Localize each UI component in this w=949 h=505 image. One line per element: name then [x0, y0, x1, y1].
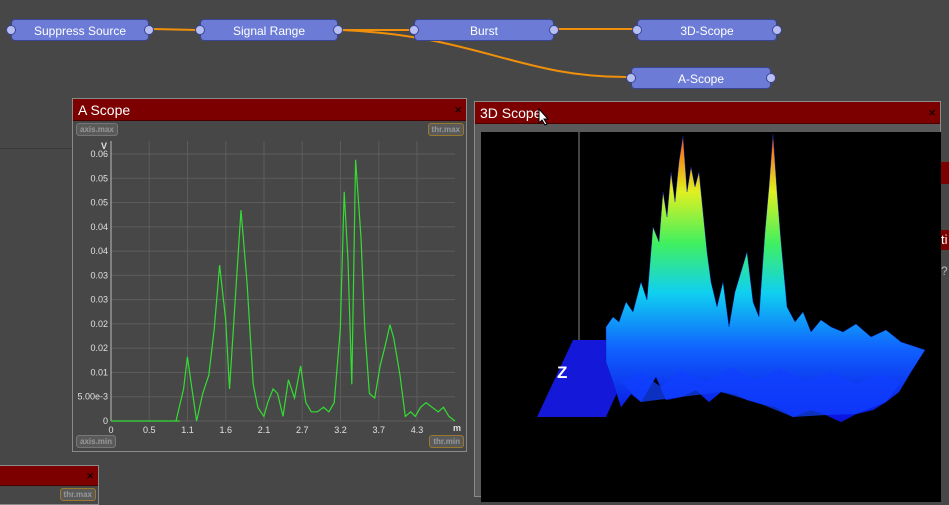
x-axis-label: m [453, 423, 461, 433]
node-label: A-Scope [677, 72, 725, 86]
y-axis-label: V [101, 141, 107, 151]
z-axis-label: Z [557, 363, 567, 382]
node-connections [151, 28, 635, 79]
input-port[interactable] [195, 25, 205, 35]
chart-grid [110, 141, 455, 422]
close-icon[interactable]: × [86, 466, 94, 486]
node-label: Suppress Source [33, 24, 127, 38]
y-axis-ticks: 0 5.00e-3 0.01 0.02 0.02 0.03 0.03 0.04 0.04 0.05… [77, 149, 108, 426]
close-icon[interactable]: × [928, 102, 936, 124]
y-tick-label: 0.05 [90, 173, 108, 183]
x-tick-label: 4.3 [411, 425, 424, 435]
node-3d-scope[interactable]: 3D-Scope [632, 19, 782, 41]
3d-surface-plot[interactable]: Z [481, 132, 941, 502]
wire-suppress-range [151, 28, 199, 31]
output-port[interactable] [766, 73, 776, 83]
series-line [111, 159, 456, 422]
window-title: A Scope [78, 102, 131, 118]
thr-max-tag[interactable]: thr.max [59, 488, 96, 501]
input-port[interactable] [632, 25, 642, 35]
input-port[interactable] [409, 25, 419, 35]
lower-left-titlebar[interactable]: × [0, 466, 98, 486]
y-tick-label: 0.02 [90, 319, 108, 329]
a-scope-titlebar[interactable]: A Scope × [73, 99, 466, 121]
node-a-scope[interactable]: A-Scope [626, 67, 776, 89]
3d-scope-window[interactable]: 3D Scope × Z [474, 101, 941, 502]
node-label: Burst [469, 24, 498, 38]
y-tick-label: 5.00e-3 [77, 392, 108, 402]
text-fragment: ?( [941, 264, 948, 278]
right-edge-text-fragment: ?( [941, 262, 949, 280]
x-tick-label: 3.7 [372, 425, 385, 435]
x-axis-ticks: 0 0.5 1.1 1.6 2.1 2.7 3.2 3.7 4.3 [108, 425, 423, 435]
x-tick-label: 3.2 [334, 425, 347, 435]
x-tick-label: 1.6 [219, 425, 232, 435]
y-tick-label: 0.04 [90, 246, 108, 256]
y-tick-label: 0.03 [90, 295, 108, 305]
output-port[interactable] [549, 25, 559, 35]
y-tick-label: 0.01 [90, 367, 108, 377]
output-port[interactable] [144, 25, 154, 35]
x-tick-label: 1.1 [181, 425, 194, 435]
x-tick-label: 2.1 [258, 425, 271, 435]
right-edge-window-titlebar[interactable] [941, 162, 949, 184]
node-burst[interactable]: Burst [409, 19, 559, 41]
node-label: 3D-Scope [680, 24, 734, 38]
node-suppress-source[interactable]: Suppress Source [6, 19, 154, 41]
right-edge-window-titlebar-2[interactable]: ti [941, 230, 949, 250]
window-title-fragment: ti [941, 232, 948, 247]
x-tick-label: 2.7 [296, 425, 309, 435]
node-signal-range[interactable]: Signal Range [195, 19, 343, 41]
x-tick-label: 0 [108, 425, 113, 435]
a-scope-window[interactable]: A Scope × axis.max thr.max axis.min thr.… [72, 98, 467, 452]
y-tick-label: 0.05 [90, 198, 108, 208]
y-tick-label: 0.03 [90, 270, 108, 280]
window-title: 3D Scope [480, 105, 542, 121]
node-label: Signal Range [232, 24, 306, 38]
panel-divider [0, 148, 72, 149]
close-icon[interactable]: × [454, 99, 462, 121]
y-tick-label: 0.04 [90, 222, 108, 232]
lower-left-window[interactable]: × thr.max [0, 465, 99, 505]
x-tick-label: 0.5 [143, 425, 156, 435]
y-tick-label: 0 [103, 416, 108, 426]
input-port[interactable] [6, 25, 16, 35]
output-port[interactable] [333, 25, 343, 35]
mouse-cursor-icon [538, 108, 550, 126]
output-port[interactable] [772, 25, 782, 35]
y-tick-label: 0.02 [90, 343, 108, 353]
input-port[interactable] [626, 73, 636, 83]
a-scope-chart[interactable]: 0 5.00e-3 0.01 0.02 0.02 0.03 0.03 0.04 0.04 0.05… [73, 121, 466, 441]
